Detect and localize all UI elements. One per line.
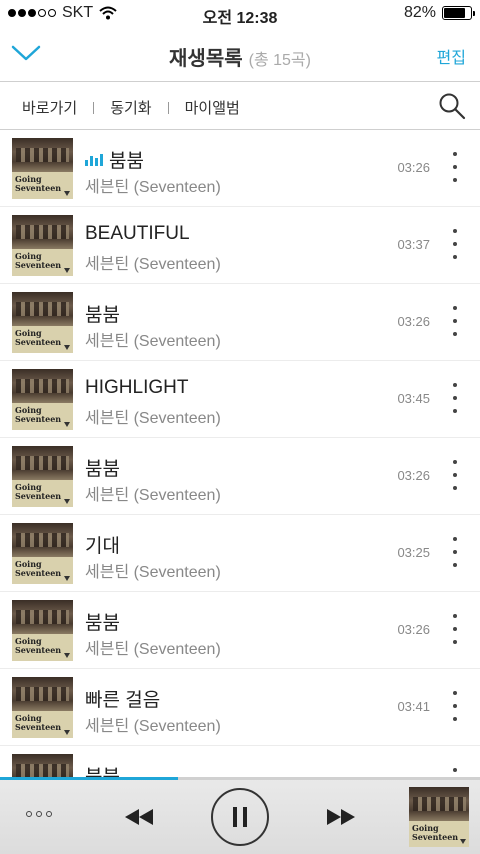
more-horizontal-icon[interactable] [26,811,52,817]
song-artist: 세븐틴 (Seventeen) [85,487,221,504]
song-row[interactable]: Going Seventeen 기대 세븐틴 (Seventeen) 03:25 [0,515,480,592]
song-row[interactable]: GoingSeventeen 붐붐 세븐틴 (Seventeen) 03:26 [0,438,480,515]
tab-shortcuts[interactable]: 바로가기 [22,97,77,118]
battery-level [444,8,466,18]
album-art: GoingSeventeen [12,677,73,738]
song-artist: 세븐틴 (Seventeen) [85,641,221,658]
album-art: GoingSeventeen [12,215,73,276]
more-vertical-icon[interactable] [452,537,458,567]
song-title: 붐붐 [85,305,120,326]
playlist-title: 재생목록 [169,48,243,70]
more-vertical-icon[interactable] [452,152,458,182]
song-row[interactable]: GoingSeventeen 붐붐 세븐틴 (Seventeen) 03:26 [0,746,480,778]
battery-icon [442,6,475,20]
song-title: 붐붐 [85,613,120,634]
song-row[interactable]: GoingSeventeen 붐붐 세븐틴 (Seventeen) 03:26 [0,592,480,669]
album-art: GoingSeventeen [12,292,73,353]
song-title: 붐붐 [109,151,144,172]
more-vertical-icon[interactable] [452,229,458,259]
now-playing-equalizer-icon [85,153,103,166]
shortcut-bar: 바로가기 동기화 마이앨범 [0,82,480,130]
song-row[interactable]: Going Seventeen HIGHLIGHT 세븐틴 (Seventeen)… [0,361,480,438]
album-art: GoingSeventeen [12,446,73,507]
tab-divider [93,101,95,114]
song-duration: 03:26 [397,314,430,329]
song-duration: 03:26 [397,468,430,483]
song-duration: 03:41 [397,699,430,714]
song-duration: 03:26 [397,160,430,175]
album-art: GoingSeventeen [12,523,73,584]
song-artist: 세븐틴 (Seventeen) [85,256,221,273]
more-vertical-icon[interactable] [452,691,458,721]
nav-bar: 재생목록 (총 15곡) 편집 [0,28,480,82]
song-duration: 03:25 [397,545,430,560]
more-vertical-icon[interactable] [452,460,458,490]
playback-progress-fill [0,777,178,780]
fast-forward-icon[interactable] [324,807,358,827]
more-vertical-icon[interactable] [452,306,458,336]
more-vertical-icon[interactable] [452,614,458,644]
song-title: HIGHLIGHT [85,377,189,398]
song-row[interactable]: Going Seventeen 빠른 걸음 세븐틴 (Seventeen) 03:… [0,669,480,746]
song-row[interactable]: GoingSeventeen 붐붐 세븐틴 (Seventeen) 03:26 [0,284,480,361]
song-artist: 세븐틴 (Seventeen) [85,564,221,581]
song-title: 기대 [85,536,120,557]
song-artist: 세븐틴 (Seventeen) [85,718,221,735]
album-art: GoingSeventeen [12,369,73,430]
playback-progress[interactable] [0,777,480,780]
album-art: GoingSeventeen [12,600,73,661]
song-title: 붐붐 [85,767,120,778]
status-bar: SKT 오전 12:38 82% [0,0,480,28]
pause-icon[interactable] [211,788,269,846]
edit-button[interactable]: 편집 [437,44,466,68]
song-list[interactable]: Going Seventeen 붐붐 세븐틴 (Seventeen) 03:26 … [0,130,480,778]
rewind-icon[interactable] [122,807,156,827]
tab-divider [167,101,169,114]
song-duration: 03:26 [397,622,430,637]
tab-my-album[interactable]: 마이앨범 [185,97,240,118]
more-vertical-icon[interactable] [452,383,458,413]
now-playing-album-art[interactable]: Going Seventeen [409,787,469,847]
song-duration: 03:45 [397,391,430,406]
mini-player: Going Seventeen [0,777,480,854]
song-count: (총 15곡) [248,52,311,69]
song-title: BEAUTIFUL [85,223,190,244]
page-title: 재생목록 (총 15곡) [0,42,480,71]
song-title: 빠른 걸음 [85,690,161,711]
song-artist: 세븐틴 (Seventeen) [85,179,221,196]
album-art: GoingSeventeen [12,138,73,199]
search-icon[interactable] [438,92,466,120]
tab-sync[interactable]: 동기화 [110,97,151,118]
song-duration: 03:37 [397,237,430,252]
song-artist: 세븐틴 (Seventeen) [85,410,221,427]
battery-percent: 82% [403,4,436,21]
song-row[interactable]: GoingSeventeen 붐붐 세븐틴 (Seventeen) 03:26 [0,130,480,207]
song-title: 붐붐 [85,459,120,480]
song-row[interactable]: Going Seventeen BEAUTIFUL 세븐틴 (Seventeen)… [0,207,480,284]
album-art: GoingSeventeen [12,754,73,778]
song-artist: 세븐틴 (Seventeen) [85,333,221,350]
